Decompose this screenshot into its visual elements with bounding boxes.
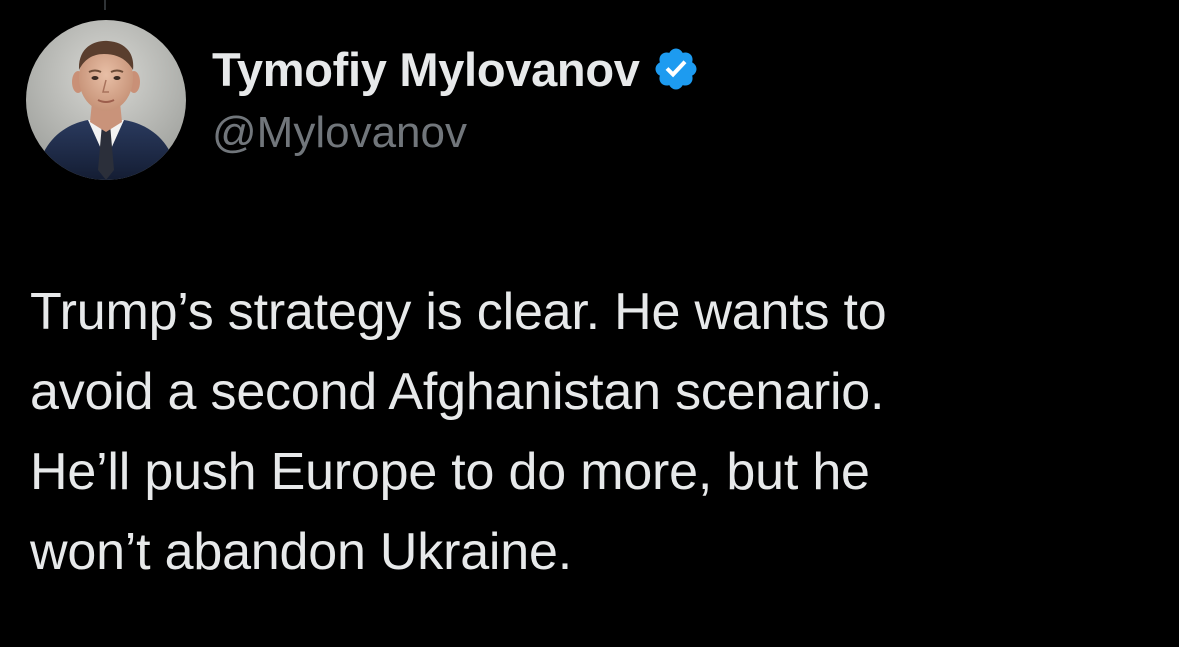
tweet-text-line: avoid a second Afghanistan scenario. — [30, 363, 885, 421]
avatar[interactable] — [26, 20, 186, 180]
tweet-text-line: won’t abandon Ukraine. — [30, 523, 572, 581]
author-name-row: Tymofiy Mylovanov — [212, 40, 700, 98]
profile-photo-icon — [26, 20, 186, 180]
tweet-text: Trump’s strategy is clear. He wants to a… — [30, 272, 1150, 592]
thread-connector-line — [104, 0, 106, 10]
tweet-text-line: He’ll push Europe to do more, but he — [30, 443, 870, 501]
verified-badge-icon[interactable] — [652, 45, 700, 93]
tweet-text-line: Trump’s strategy is clear. He wants to — [30, 283, 887, 341]
tweet-card[interactable]: Tymofiy Mylovanov @Mylovanov Trump’s str… — [0, 0, 1179, 647]
author-display-name[interactable]: Tymofiy Mylovanov — [212, 42, 640, 97]
author-handle[interactable]: @Mylovanov — [212, 108, 467, 158]
